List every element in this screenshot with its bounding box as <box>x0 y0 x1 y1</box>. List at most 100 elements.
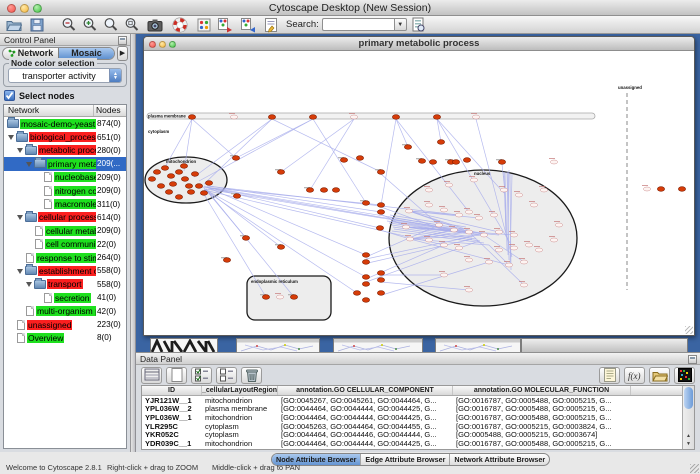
network-node[interactable] <box>376 226 383 231</box>
network-node[interactable] <box>332 188 339 193</box>
network-node[interactable] <box>153 170 160 175</box>
network-node[interactable] <box>465 210 472 214</box>
network-node[interactable] <box>356 156 363 161</box>
scrollbar-arrows[interactable]: ▲▼ <box>683 432 694 448</box>
network-node[interactable] <box>520 283 527 287</box>
app-resize-grip[interactable] <box>690 464 699 473</box>
network-node[interactable] <box>377 210 384 215</box>
column-header[interactable]: annotation.GO MOLECULAR_FUNCTION <box>453 386 631 395</box>
network-node[interactable] <box>362 253 369 258</box>
network-node[interactable] <box>530 203 537 207</box>
tree-row[interactable]: mosaic-demo-yeast874(0) <box>4 117 126 130</box>
table-row[interactable]: YLR295Ccytoplasm[GO:0045263, GO:0044464,… <box>142 422 682 431</box>
tree-row[interactable]: secretion41(0) <box>4 291 126 304</box>
tree-row[interactable]: cellular metabo209(0) <box>4 224 126 237</box>
network-node[interactable] <box>180 164 187 169</box>
select-nodes-checkbox[interactable] <box>4 90 15 101</box>
network-node[interactable] <box>340 158 347 163</box>
control-panel-header[interactable]: Control Panel <box>0 34 130 46</box>
network-node[interactable] <box>169 182 176 187</box>
network-node[interactable] <box>230 115 237 119</box>
network-node[interactable] <box>290 295 297 300</box>
network-node[interactable] <box>455 246 462 250</box>
network-node[interactable] <box>277 245 284 250</box>
network-node[interactable] <box>440 273 447 277</box>
tree-row[interactable]: cell communicat22(0) <box>4 238 126 251</box>
network-node[interactable] <box>540 188 547 192</box>
network-node[interactable] <box>185 184 192 189</box>
network-node[interactable] <box>377 271 384 276</box>
network-node[interactable] <box>505 263 512 267</box>
network-node[interactable] <box>200 191 207 196</box>
annotation-button[interactable] <box>262 16 280 33</box>
network-node[interactable] <box>450 228 457 232</box>
hide-selected-button[interactable] <box>216 16 234 33</box>
network-node[interactable] <box>276 295 283 299</box>
tree-expander-icon[interactable] <box>17 213 25 221</box>
zoom-selected-button[interactable] <box>102 16 120 33</box>
column-header[interactable]: ID <box>142 386 202 395</box>
tree-row[interactable]: establishment of lo558(0) <box>4 264 126 277</box>
network-node[interactable] <box>377 170 384 175</box>
minimized-window-empty[interactable] <box>521 338 688 352</box>
table-row[interactable]: YJR121W__1mitochondrion[GO:0045267, GO:0… <box>142 396 682 405</box>
new-attribute-button[interactable] <box>166 367 187 384</box>
show-all-button[interactable] <box>239 16 257 33</box>
network-node[interactable] <box>191 172 198 177</box>
network-node[interactable] <box>425 203 432 207</box>
network-node[interactable] <box>392 115 399 120</box>
column-header[interactable]: annotation.GO CELLULAR_COMPONENT <box>278 386 453 395</box>
network-node[interactable] <box>268 115 275 120</box>
search-index-button[interactable] <box>409 16 427 33</box>
tree-row[interactable]: response to stimulu264(0) <box>4 251 126 264</box>
network-edge[interactable] <box>192 119 236 158</box>
attribute-select-button[interactable] <box>141 367 162 384</box>
attribute-table-header[interactable]: ID_cellularLayoutRegionannotation.GO CEL… <box>142 386 682 396</box>
network-node[interactable] <box>232 156 239 161</box>
network-node[interactable] <box>175 195 182 200</box>
zoom-fit-button[interactable] <box>123 16 141 33</box>
float-data-panel-icon[interactable] <box>688 355 697 364</box>
network-node[interactable] <box>465 258 472 262</box>
network-node[interactable] <box>643 187 650 191</box>
tree-expander-icon[interactable] <box>26 280 34 288</box>
combobox-stepper-icon[interactable]: ▲▼ <box>109 68 121 83</box>
search-dropdown-arrow[interactable]: ▼ <box>394 18 407 31</box>
network-node[interactable] <box>678 187 685 192</box>
network-node[interactable] <box>485 260 492 264</box>
table-row[interactable]: YPL036W__1mitochondrion[GO:0044464, GO:0… <box>142 413 682 422</box>
network-node[interactable] <box>437 140 444 145</box>
minimized-window-network-1[interactable] <box>236 338 320 352</box>
network-node[interactable] <box>510 233 517 237</box>
net-zoom-button[interactable] <box>169 41 176 48</box>
network-node[interactable] <box>187 190 194 195</box>
network-node[interactable] <box>495 248 502 252</box>
snapshot-button[interactable] <box>146 16 164 33</box>
network-node[interactable] <box>404 145 411 150</box>
network-canvas[interactable]: plasma membranecytoplasmmitochondrionnuc… <box>144 51 694 335</box>
network-node[interactable] <box>425 238 432 242</box>
delete-attribute-button[interactable] <box>241 367 262 384</box>
attribute-editor-button[interactable] <box>599 367 620 384</box>
network-node[interactable] <box>555 223 562 227</box>
close-window-button[interactable] <box>7 4 16 13</box>
table-row[interactable]: YKR052Ccytoplasm[GO:0044464, GO:0044446,… <box>142 430 682 439</box>
function-builder-button[interactable]: f(x) <box>624 367 645 384</box>
zoom-out-button[interactable] <box>60 16 78 33</box>
network-node[interactable] <box>465 230 472 234</box>
network-node[interactable] <box>277 170 284 175</box>
table-scrollbar[interactable]: ▲▼ <box>682 386 694 449</box>
tree-row[interactable]: primary metabo209(... <box>4 157 126 170</box>
tree-expander-icon[interactable] <box>17 267 25 275</box>
tab-network[interactable]: Network <box>3 48 58 59</box>
network-node[interactable] <box>377 203 384 208</box>
network-node[interactable] <box>515 193 522 197</box>
network-node[interactable] <box>470 178 477 182</box>
network-node[interactable] <box>320 188 327 193</box>
column-header[interactable]: _cellularLayoutRegion <box>202 386 278 395</box>
network-node[interactable] <box>500 188 507 192</box>
tab-mosaic[interactable]: Mosaic <box>58 48 114 59</box>
tree-expander-icon[interactable] <box>26 160 34 168</box>
tree-row[interactable]: nucleobase-c209(0) <box>4 171 126 184</box>
network-node[interactable] <box>535 248 542 252</box>
